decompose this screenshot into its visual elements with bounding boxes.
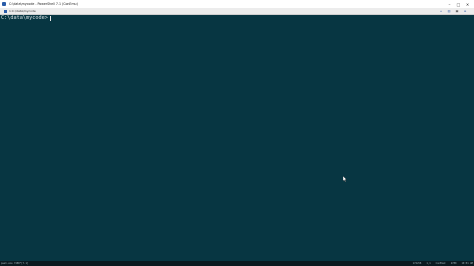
- close-icon[interactable]: ✕: [463, 0, 472, 8]
- minimize-icon[interactable]: –: [445, 0, 454, 8]
- window-title: C:\data\mycode - PowerShell 7.1 (ConEmu): [9, 2, 78, 6]
- status-host: ConEmuC: [435, 262, 446, 265]
- tab-console[interactable]: 1:C:\data\mycode: [4, 8, 36, 14]
- title-bar[interactable]: C:\data\mycode - PowerShell 7.1 (ConEmu)…: [0, 0, 474, 8]
- status-time: 10:51 AM: [461, 262, 473, 265]
- toolbar: + ▥ ▣ ≡: [436, 8, 468, 14]
- tab-bar: 1:C:\data\mycode + ▥ ▣ ≡: [0, 8, 474, 15]
- terminal-window: C:\data\mycode - PowerShell 7.1 (ConEmu)…: [0, 0, 474, 266]
- status-process: pwsh.exe 7488*[7.1]: [1, 262, 29, 265]
- maximize-icon[interactable]: □: [454, 0, 463, 8]
- status-bar: pwsh.exe 7488*[7.1] 174x58 1,1 ConEmuC 2…: [0, 261, 474, 266]
- status-cursor-pos: 1,1: [426, 262, 431, 265]
- text-cursor: [49, 15, 51, 21]
- app-icon: [2, 2, 6, 6]
- add-tab-icon[interactable]: +: [438, 9, 444, 13]
- mouse-pointer-icon: [343, 176, 347, 182]
- terminal-output[interactable]: C:\data\mycode>: [0, 15, 474, 261]
- window-controls: – □ ✕: [445, 0, 472, 8]
- status-right: 174x58 1,1 ConEmuC 2780 10:51 AM: [408, 261, 473, 266]
- prompt-text: C:\data\mycode>: [1, 15, 48, 21]
- split-icon[interactable]: ▥: [446, 9, 452, 13]
- tab-icon: [4, 9, 7, 13]
- prompt-line: C:\data\mycode>: [1, 15, 51, 21]
- tab-label: 1:C:\data\mycode: [9, 9, 36, 13]
- status-size: 174x58: [412, 262, 422, 265]
- menu-icon[interactable]: ≡: [462, 9, 468, 13]
- status-pid: 2780: [450, 262, 457, 265]
- lock-icon[interactable]: ▣: [454, 9, 460, 13]
